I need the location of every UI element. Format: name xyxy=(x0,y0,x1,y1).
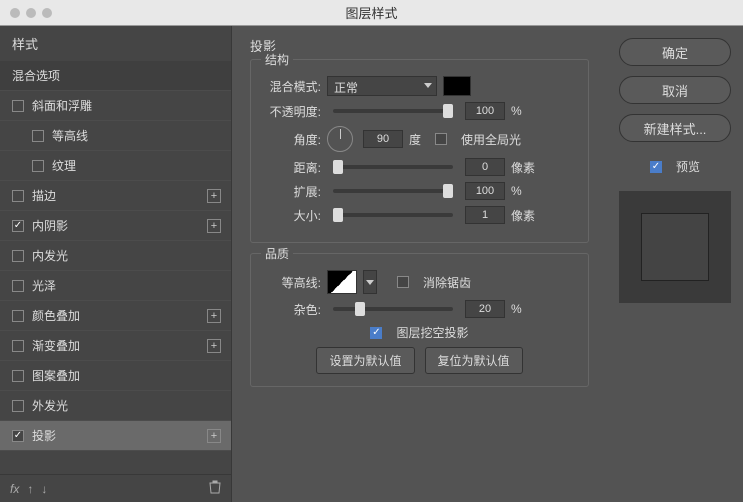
contour-dropdown[interactable] xyxy=(363,270,377,294)
arrow-up-icon[interactable]: ↑ xyxy=(27,482,33,496)
sidebar-header: 样式 xyxy=(0,26,231,61)
fx-menu[interactable]: fx xyxy=(10,482,19,496)
spread-slider[interactable] xyxy=(333,189,453,193)
arrow-down-icon[interactable]: ↓ xyxy=(41,482,47,496)
style-label: 等高线 xyxy=(52,127,88,144)
style-checkbox[interactable] xyxy=(12,280,24,292)
ok-button[interactable]: 确定 xyxy=(619,38,731,66)
spread-row: 扩展: 100 % xyxy=(263,182,576,200)
style-list: 混合选项 斜面和浮雕等高线纹理描边 + 内阴影 + 内发光光泽颜色叠加 + 渐变叠加 + 图案叠… xyxy=(0,61,231,474)
effect-title: 投影 xyxy=(250,36,589,55)
style-item-10[interactable]: 外发光 xyxy=(0,391,231,421)
noise-row: 杂色: 20 % xyxy=(263,300,576,318)
noise-slider[interactable] xyxy=(333,307,453,311)
style-label: 渐变叠加 xyxy=(32,337,80,354)
style-item-5[interactable]: 内发光 xyxy=(0,241,231,271)
size-slider[interactable] xyxy=(333,213,453,217)
style-item-8[interactable]: 渐变叠加 + xyxy=(0,331,231,361)
minimize-icon[interactable] xyxy=(26,8,36,18)
sidebar-footer: fx ↑ ↓ xyxy=(0,474,231,502)
style-item-3[interactable]: 描边 + xyxy=(0,181,231,211)
style-checkbox[interactable] xyxy=(12,430,24,442)
style-label: 投影 xyxy=(32,427,56,444)
titlebar: 图层样式 xyxy=(0,0,743,26)
preview-checkbox[interactable] xyxy=(650,161,662,173)
style-label: 描边 xyxy=(32,187,56,204)
add-effect-icon[interactable]: + xyxy=(207,219,221,233)
spread-input[interactable]: 100 xyxy=(465,182,505,200)
quality-group: 品质 等高线: 消除锯齿 杂色: 20 % 图层挖空 xyxy=(250,253,589,387)
add-effect-icon[interactable]: + xyxy=(207,309,221,323)
size-row: 大小: 1 像素 xyxy=(263,206,576,224)
style-checkbox[interactable] xyxy=(12,250,24,262)
style-checkbox[interactable] xyxy=(12,190,24,202)
layer-style-dialog: 图层样式 样式 混合选项 斜面和浮雕等高线纹理描边 + 内阴影 + 内发光光泽颜色叠加 +… xyxy=(0,0,743,502)
style-checkbox[interactable] xyxy=(12,340,24,352)
style-item-4[interactable]: 内阴影 + xyxy=(0,211,231,241)
style-label: 图案叠加 xyxy=(32,367,80,384)
angle-row: 角度: 90 度 使用全局光 xyxy=(263,126,576,152)
angle-input[interactable]: 90 xyxy=(363,130,403,148)
close-icon[interactable] xyxy=(10,8,20,18)
add-effect-icon[interactable]: + xyxy=(207,429,221,443)
size-input[interactable]: 1 xyxy=(465,206,505,224)
window-controls xyxy=(10,8,52,18)
style-checkbox[interactable] xyxy=(12,220,24,232)
style-checkbox[interactable] xyxy=(12,400,24,412)
opacity-input[interactable]: 100 xyxy=(465,102,505,120)
style-item-0[interactable]: 斜面和浮雕 xyxy=(0,91,231,121)
style-label: 光泽 xyxy=(32,277,56,294)
chevron-down-icon xyxy=(424,83,432,88)
style-item-11[interactable]: 投影 + xyxy=(0,421,231,451)
knockout-checkbox[interactable] xyxy=(370,327,382,339)
add-effect-icon[interactable]: + xyxy=(207,189,221,203)
make-default-button[interactable]: 设置为默认值 xyxy=(316,347,414,374)
shadow-color-swatch[interactable] xyxy=(443,76,471,96)
reset-default-button[interactable]: 复位为默认值 xyxy=(425,347,523,374)
blend-mode-select[interactable]: 正常 xyxy=(327,76,437,96)
style-checkbox[interactable] xyxy=(12,370,24,382)
blending-options[interactable]: 混合选项 xyxy=(0,61,231,91)
window-title: 图层样式 xyxy=(345,3,397,22)
distance-slider[interactable] xyxy=(333,165,453,169)
style-checkbox[interactable] xyxy=(32,160,44,172)
style-label: 颜色叠加 xyxy=(32,307,80,324)
dialog-buttons: 确定 取消 新建样式... 预览 xyxy=(607,26,743,502)
style-item-1[interactable]: 等高线 xyxy=(0,121,231,151)
style-label: 内阴影 xyxy=(32,217,68,234)
add-effect-icon[interactable]: + xyxy=(207,339,221,353)
distance-input[interactable]: 0 xyxy=(465,158,505,176)
styles-sidebar: 样式 混合选项 斜面和浮雕等高线纹理描边 + 内阴影 + 内发光光泽颜色叠加 + 渐变叠加 +… xyxy=(0,26,232,502)
distance-row: 距离: 0 像素 xyxy=(263,158,576,176)
opacity-slider[interactable] xyxy=(333,109,453,113)
contour-picker[interactable] xyxy=(327,270,357,294)
trash-icon[interactable] xyxy=(209,480,221,497)
noise-input[interactable]: 20 xyxy=(465,300,505,318)
angle-dial[interactable] xyxy=(327,126,353,152)
global-light-checkbox[interactable] xyxy=(435,133,447,145)
antialias-checkbox[interactable] xyxy=(397,276,409,288)
style-item-2[interactable]: 纹理 xyxy=(0,151,231,181)
style-item-7[interactable]: 颜色叠加 + xyxy=(0,301,231,331)
new-style-button[interactable]: 新建样式... xyxy=(619,114,731,142)
blend-mode-row: 混合模式: 正常 xyxy=(263,76,576,96)
preview-swatch xyxy=(641,213,709,281)
cancel-button[interactable]: 取消 xyxy=(619,76,731,104)
structure-group: 结构 混合模式: 正常 不透明度: 100 % 角度: xyxy=(250,59,589,243)
style-checkbox[interactable] xyxy=(32,130,44,142)
style-item-9[interactable]: 图案叠加 xyxy=(0,361,231,391)
style-label: 斜面和浮雕 xyxy=(32,97,92,114)
effect-settings: 投影 结构 混合模式: 正常 不透明度: 100 % xyxy=(232,26,607,502)
opacity-row: 不透明度: 100 % xyxy=(263,102,576,120)
zoom-icon[interactable] xyxy=(42,8,52,18)
contour-row: 等高线: 消除锯齿 xyxy=(263,270,576,294)
style-checkbox[interactable] xyxy=(12,310,24,322)
preview-box xyxy=(619,191,731,303)
style-item-6[interactable]: 光泽 xyxy=(0,271,231,301)
style-checkbox[interactable] xyxy=(12,100,24,112)
style-label: 内发光 xyxy=(32,247,68,264)
style-label: 外发光 xyxy=(32,397,68,414)
style-label: 纹理 xyxy=(52,157,76,174)
